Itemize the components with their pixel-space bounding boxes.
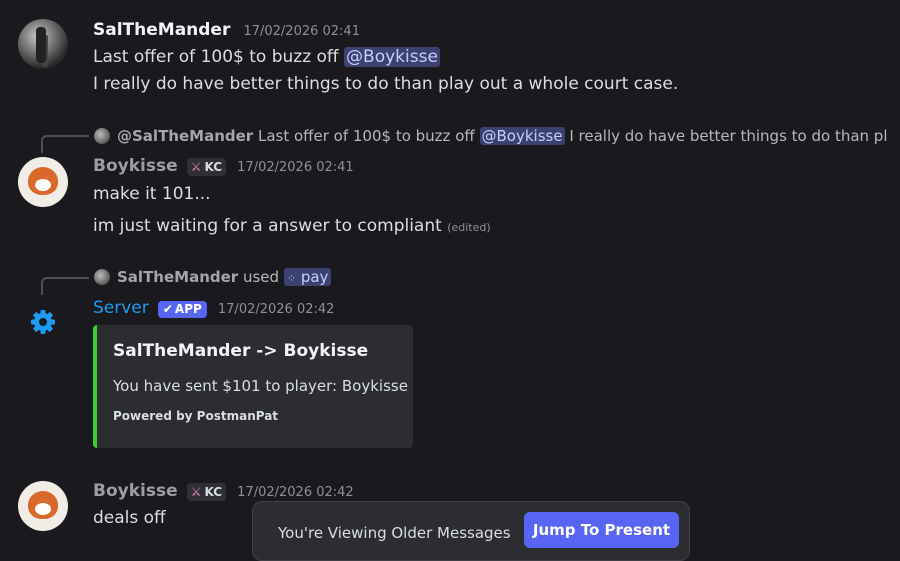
embed-footer: Powered by PostmanPat bbox=[113, 409, 279, 423]
reply-username[interactable]: @SalTheMander bbox=[117, 127, 253, 145]
interaction-line: SalTheMander used ⁘ pay bbox=[117, 268, 332, 286]
interaction-username[interactable]: SalTheMander bbox=[117, 268, 238, 286]
avatar[interactable] bbox=[18, 19, 68, 69]
sword-icon: ⚔ bbox=[190, 484, 202, 499]
command-icon: ⁘ bbox=[286, 272, 297, 285]
embed: SalTheMander -> Boykisse You have sent $… bbox=[93, 325, 413, 448]
interaction-connector bbox=[41, 277, 89, 295]
jump-to-present-button[interactable]: Jump To Present bbox=[524, 512, 679, 548]
message-text: make it 101... bbox=[93, 184, 211, 204]
user-mention[interactable]: @Boykisse bbox=[344, 47, 440, 67]
sword-icon: ⚔ bbox=[190, 159, 202, 174]
slash-command[interactable]: ⁘ pay bbox=[283, 268, 332, 286]
message-text: I really do have better things to do tha… bbox=[93, 74, 679, 94]
message-text: Last offer of 100$ to buzz off @Boykisse bbox=[93, 47, 440, 67]
reply-avatar bbox=[94, 128, 110, 144]
older-messages-banner: You're Viewing Older Messages Jump To Pr… bbox=[252, 501, 690, 561]
banner-text: You're Viewing Older Messages bbox=[278, 524, 511, 542]
message-header: Server ✔ APP 17/02/2026 02:42 bbox=[93, 298, 334, 318]
message-header: Boykisse ⚔ KC 17/02/2026 02:42 bbox=[93, 481, 354, 501]
embed-title: SalTheMander -> Boykisse bbox=[113, 341, 369, 361]
reply-connector bbox=[41, 135, 89, 153]
username[interactable]: SalTheMander bbox=[93, 20, 230, 40]
timestamp: 17/02/2026 02:42 bbox=[237, 485, 354, 500]
username[interactable]: Boykisse bbox=[93, 481, 178, 501]
interaction-avatar bbox=[94, 269, 110, 285]
timestamp: 17/02/2026 02:41 bbox=[243, 24, 360, 39]
app-badge: ✔ APP bbox=[157, 300, 207, 318]
timestamp: 17/02/2026 02:42 bbox=[217, 302, 335, 317]
message-header: SalTheMander 17/02/2026 02:41 bbox=[93, 20, 360, 40]
username[interactable]: Boykisse bbox=[93, 156, 178, 176]
reply-preview[interactable]: @SalTheMander Last offer of 100$ to buzz… bbox=[117, 127, 887, 145]
timestamp: 17/02/2026 02:41 bbox=[237, 160, 354, 175]
message-text: im just waiting for a answer to complian… bbox=[93, 216, 491, 236]
role-badge[interactable]: ⚔ KC bbox=[186, 482, 227, 501]
message-text: deals off bbox=[93, 508, 166, 528]
avatar[interactable] bbox=[18, 481, 68, 531]
edited-label: (edited) bbox=[447, 221, 491, 234]
message-header: Boykisse ⚔ KC 17/02/2026 02:41 bbox=[93, 156, 354, 176]
checkmark-icon: ✔ bbox=[162, 302, 173, 316]
avatar[interactable] bbox=[18, 157, 68, 207]
username[interactable]: Server bbox=[93, 298, 149, 318]
user-mention[interactable]: @Boykisse bbox=[479, 127, 565, 145]
role-badge[interactable]: ⚔ KC bbox=[186, 157, 227, 176]
gear-icon[interactable] bbox=[28, 307, 58, 337]
embed-description: You have sent $101 to player: Boykisse bbox=[113, 377, 408, 395]
